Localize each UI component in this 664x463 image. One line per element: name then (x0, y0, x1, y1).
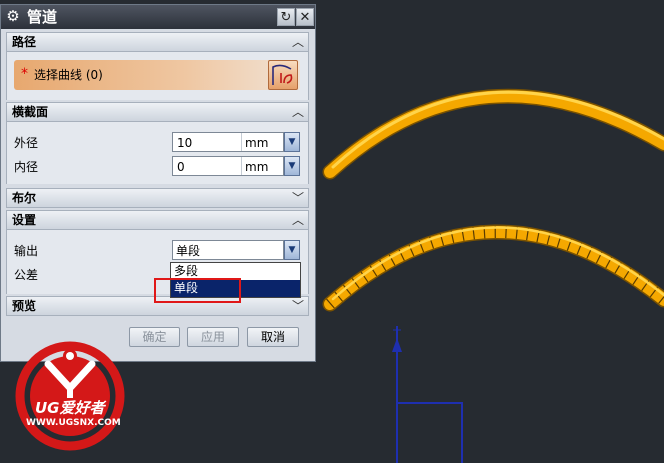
inner-diameter-input[interactable]: 0 mm (172, 156, 284, 176)
section-path-label: 路径 (12, 35, 37, 49)
select-curve-label: 选择曲线 (0) (34, 68, 103, 82)
curve-select-button[interactable] (268, 60, 298, 90)
chevron-down-icon: ﹀ (291, 191, 304, 205)
section-path-header[interactable]: 路径 ︿ (6, 32, 309, 52)
section-preview-label: 预览 (12, 299, 37, 313)
chevron-up-icon: ︿ (291, 35, 304, 49)
outer-diameter-value: 10 (177, 136, 193, 150)
section-settings-label: 设置 (12, 213, 37, 227)
outer-diameter-label: 外径 (14, 136, 39, 150)
inner-diameter-label: 内径 (14, 160, 39, 174)
section-cross-section-header[interactable]: 横截面 ︿ (6, 102, 309, 122)
watermark-url: WWW.UGSNX.COM (26, 418, 121, 428)
inner-diameter-dropdown-icon[interactable]: ▼ (284, 156, 300, 176)
highlight-box (154, 278, 241, 303)
datum-plane-outline (397, 402, 463, 463)
cancel-button[interactable]: 取消 (247, 327, 299, 347)
dialog-title: 管道 (27, 8, 58, 26)
z-axis-arrow (392, 338, 402, 352)
close-icon[interactable]: ✕ (296, 8, 314, 26)
gear-icon[interactable]: ⚙ (5, 8, 21, 24)
output-select[interactable]: 单段 (172, 240, 284, 260)
reset-icon[interactable]: ↻ (277, 8, 295, 26)
tolerance-label: 公差 (14, 268, 39, 282)
outer-diameter-unit: mm (245, 136, 269, 150)
chevron-up-icon: ︿ (291, 105, 304, 119)
apply-button[interactable]: 应用 (187, 327, 239, 347)
inner-diameter-unit: mm (245, 160, 269, 174)
dialog-titlebar[interactable]: ⚙ 管道 ↻ ✕ (1, 5, 315, 29)
chevron-down-icon: ﹀ (291, 299, 304, 313)
required-mark: * (21, 66, 28, 82)
output-selected-value: 单段 (176, 244, 201, 258)
logo-emblem (15, 341, 125, 451)
section-boolean-header[interactable]: 布尔 ﹀ (6, 188, 309, 208)
unit-separator (241, 157, 242, 175)
chevron-up-icon: ︿ (291, 213, 304, 227)
select-curve-field[interactable]: * 选择曲线 (0) (14, 60, 300, 90)
curve-icon (272, 64, 293, 85)
output-dropdown-icon[interactable]: ▼ (284, 240, 300, 260)
outer-diameter-input[interactable]: 10 mm (172, 132, 284, 152)
outer-diameter-dropdown-icon[interactable]: ▼ (284, 132, 300, 152)
watermark-logo: UG爱好者 WWW.UGSNX.COM (10, 336, 130, 456)
watermark-brand: UG爱好者 (35, 399, 105, 417)
section-settings-header[interactable]: 设置 ︿ (6, 210, 309, 230)
inner-diameter-value: 0 (177, 160, 185, 174)
section-cross-section-label: 横截面 (12, 105, 49, 119)
ok-button[interactable]: 确定 (129, 327, 180, 347)
section-boolean-label: 布尔 (12, 191, 37, 205)
output-label: 输出 (14, 244, 39, 258)
unit-separator (241, 133, 242, 151)
